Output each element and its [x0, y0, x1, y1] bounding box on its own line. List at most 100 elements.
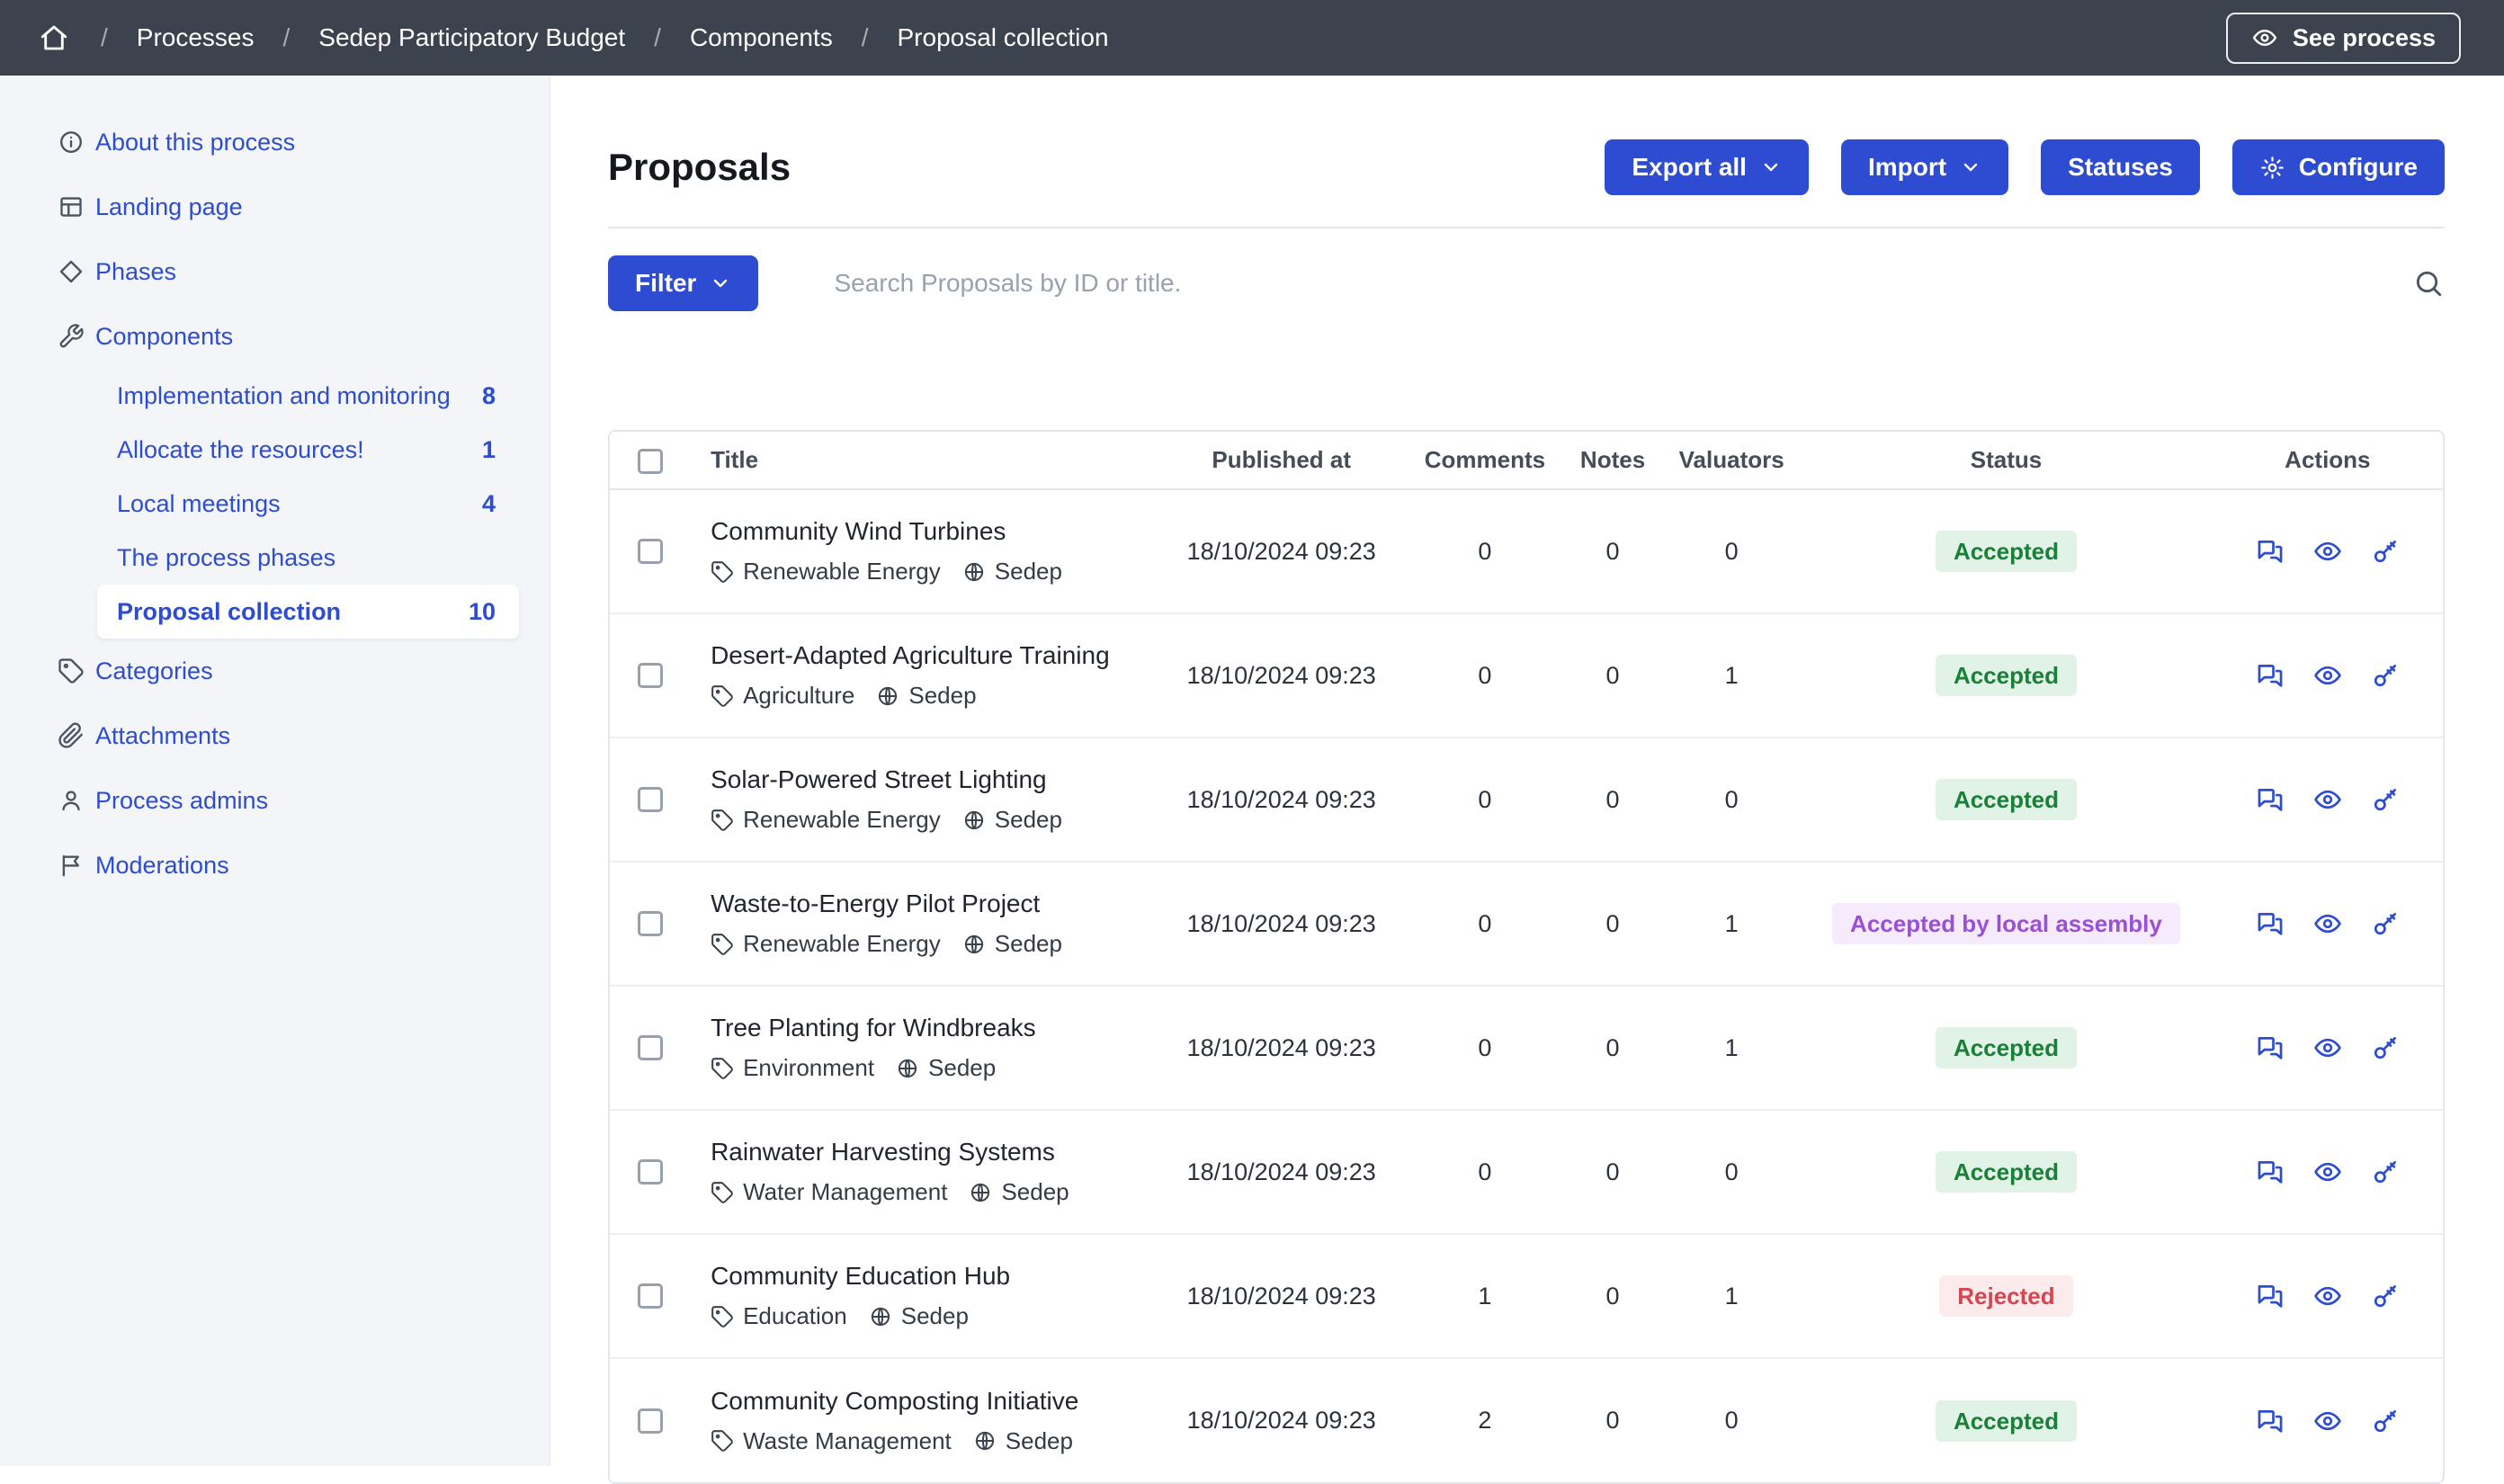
valuators-count: 1 — [1663, 986, 1800, 1110]
tag-icon — [58, 657, 85, 684]
answer-icon[interactable] — [2255, 1157, 2285, 1187]
answer-icon[interactable] — [2255, 536, 2285, 567]
see-process-button[interactable]: See process — [2226, 13, 2461, 64]
preview-icon[interactable] — [2312, 536, 2343, 567]
answer-icon[interactable] — [2255, 908, 2285, 939]
proposal-title[interactable]: Community Wind Turbines — [711, 517, 1147, 546]
row-checkbox[interactable] — [638, 1159, 663, 1185]
status-badge: Accepted — [1936, 531, 2077, 572]
preview-icon[interactable] — [2312, 1281, 2343, 1311]
sidebar-item-count: 4 — [482, 490, 496, 518]
status-badge: Accepted — [1936, 655, 2077, 696]
permissions-icon[interactable] — [2370, 1281, 2401, 1311]
filter-row: Filter — [608, 255, 2445, 311]
row-checkbox[interactable] — [638, 787, 663, 812]
preview-icon[interactable] — [2312, 660, 2343, 691]
sidebar-item-label: The process phases — [117, 544, 335, 572]
proposal-title[interactable]: Community Education Hub — [711, 1262, 1147, 1291]
breadcrumb-item[interactable]: Components — [690, 23, 833, 52]
table-row: Rainwater Harvesting Systems Water Manag… — [610, 1110, 2443, 1234]
proposal-scope: Sedep — [995, 930, 1062, 958]
page-head: Proposals Export all Import Statuses Con… — [608, 139, 2445, 196]
tag-icon — [711, 1305, 734, 1328]
proposals-table: TitlePublished atCommentsNotesValuatorsS… — [608, 430, 2445, 1484]
search-input[interactable] — [758, 269, 2412, 298]
permissions-icon[interactable] — [2370, 908, 2401, 939]
sidebar-item-process-admins[interactable]: Process admins — [0, 768, 550, 833]
sidebar-item-attachments[interactable]: Attachments — [0, 703, 550, 768]
permissions-icon[interactable] — [2370, 1033, 2401, 1063]
permissions-icon[interactable] — [2370, 784, 2401, 815]
preview-icon[interactable] — [2312, 908, 2343, 939]
sidebar-item-local-meetings[interactable]: Local meetings 4 — [97, 477, 519, 531]
statuses-button[interactable]: Statuses — [2041, 139, 2200, 195]
proposal-title[interactable]: Waste-to-Energy Pilot Project — [711, 890, 1147, 918]
import-label: Import — [1868, 153, 1946, 182]
breadcrumb-separator: / — [654, 23, 661, 52]
answer-icon[interactable] — [2255, 1406, 2285, 1436]
row-checkbox[interactable] — [638, 1408, 663, 1434]
filter-label: Filter — [635, 269, 696, 298]
proposal-title[interactable]: Tree Planting for Windbreaks — [711, 1014, 1147, 1042]
proposal-title[interactable]: Rainwater Harvesting Systems — [711, 1138, 1147, 1167]
sidebar-item-implementation-and-monitoring[interactable]: Implementation and monitoring 8 — [97, 369, 519, 423]
answer-icon[interactable] — [2255, 784, 2285, 815]
sidebar-item-proposal-collection[interactable]: Proposal collection 10 — [97, 585, 519, 639]
configure-button[interactable]: Configure — [2232, 139, 2445, 195]
breadcrumb-separator: / — [283, 23, 291, 52]
proposal-meta: Agriculture Sedep — [711, 682, 1147, 710]
proposal-title[interactable]: Desert-Adapted Agriculture Training — [711, 641, 1147, 670]
status-badge: Accepted — [1936, 1400, 2077, 1442]
row-checkbox[interactable] — [638, 911, 663, 936]
sidebar-item-components[interactable]: Components — [0, 304, 550, 369]
actions-cell — [2213, 738, 2443, 862]
answer-icon[interactable] — [2255, 660, 2285, 691]
select-all-checkbox[interactable] — [638, 449, 663, 474]
permissions-icon[interactable] — [2370, 1406, 2401, 1436]
row-checkbox[interactable] — [638, 663, 663, 688]
import-button[interactable]: Import — [1841, 139, 2008, 195]
breadcrumb-item[interactable]: Processes — [137, 23, 255, 52]
sidebar-item-categories[interactable]: Categories — [0, 639, 550, 703]
sidebar-item-moderations[interactable]: Moderations — [0, 833, 550, 898]
breadcrumb-item[interactable]: Proposal collection — [898, 23, 1109, 52]
row-checkbox[interactable] — [638, 1035, 663, 1060]
permissions-icon[interactable] — [2370, 1157, 2401, 1187]
notes-count: 0 — [1562, 1358, 1663, 1482]
proposal-title[interactable]: Community Composting Initiative — [711, 1387, 1147, 1416]
export-all-button[interactable]: Export all — [1605, 139, 1809, 195]
sidebar-item-the-process-phases[interactable]: The process phases — [97, 531, 519, 585]
proposal-scope: Sedep — [908, 682, 976, 710]
preview-icon[interactable] — [2312, 1406, 2343, 1436]
preview-icon[interactable] — [2312, 1157, 2343, 1187]
preview-icon[interactable] — [2312, 784, 2343, 815]
comments-count: 0 — [1408, 1110, 1562, 1234]
sidebar-item-allocate-the-resources[interactable]: Allocate the resources! 1 — [97, 423, 519, 477]
answer-icon[interactable] — [2255, 1281, 2285, 1311]
row-checkbox[interactable] — [638, 1283, 663, 1309]
sidebar-item-phases[interactable]: Phases — [0, 239, 550, 304]
row-checkbox[interactable] — [638, 539, 663, 564]
sidebar-item-label: Components — [95, 323, 233, 351]
status-badge: Accepted — [1936, 1151, 2077, 1193]
notes-count: 0 — [1562, 986, 1663, 1110]
tag-icon — [711, 1181, 734, 1204]
actions-cell — [2213, 1110, 2443, 1234]
sidebar-item-about-this-process[interactable]: About this process — [0, 110, 550, 174]
proposal-title[interactable]: Solar-Powered Street Lighting — [711, 765, 1147, 794]
home-icon[interactable] — [38, 22, 70, 54]
page-layout: About this process Landing page Phases C… — [0, 76, 2504, 1466]
sidebar-item-label: Process admins — [95, 787, 268, 815]
column-header-published-at: Published at — [1156, 432, 1408, 489]
breadcrumb-item[interactable]: Sedep Participatory Budget — [318, 23, 625, 52]
filter-button[interactable]: Filter — [608, 255, 758, 311]
sidebar-item-landing-page[interactable]: Landing page — [0, 174, 550, 239]
answer-icon[interactable] — [2255, 1033, 2285, 1063]
comments-count: 0 — [1408, 489, 1562, 613]
search-icon[interactable] — [2412, 267, 2445, 299]
permissions-icon[interactable] — [2370, 660, 2401, 691]
valuators-count: 1 — [1663, 613, 1800, 738]
preview-icon[interactable] — [2312, 1033, 2343, 1063]
table-row: Waste-to-Energy Pilot Project Renewable … — [610, 862, 2443, 986]
permissions-icon[interactable] — [2370, 536, 2401, 567]
